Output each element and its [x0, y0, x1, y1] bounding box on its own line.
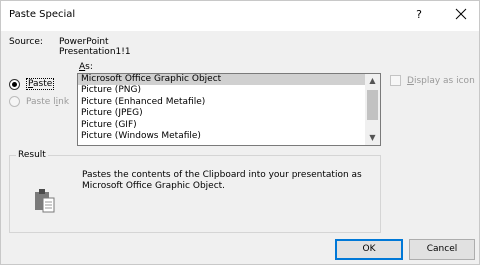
as-label: As: [79, 62, 93, 72]
result-description: Pastes the contents of the Clipboard int… [82, 170, 362, 191]
paste-radio[interactable] [9, 78, 20, 90]
cancel-button[interactable]: Cancel [409, 239, 475, 260]
list-item[interactable]: Picture (PNG) [78, 85, 367, 96]
display-as-icon-option: Display as icon [390, 75, 475, 86]
paste-link-prefix: Paste l [26, 96, 56, 107]
source-label: Source: [9, 37, 43, 47]
result-legend: Result [16, 150, 48, 160]
paste-link-radio [9, 96, 20, 107]
clipboard-icon [34, 188, 56, 214]
paste-label-rest: aste [33, 79, 53, 89]
display-as-icon-rest: isplay as icon [413, 75, 475, 86]
source-app: PowerPoint [59, 37, 109, 47]
as-label-rest: s: [85, 62, 93, 72]
list-item[interactable]: Picture (GIF) [78, 120, 367, 131]
source-document: Presentation1!1 [59, 47, 131, 57]
ok-button[interactable]: OK [335, 239, 403, 260]
list-item[interactable]: Picture (Enhanced Metafile) [78, 97, 367, 108]
list-item[interactable]: Picture (JPEG) [78, 108, 367, 119]
paste-special-dialog: Paste Special ? Source: PowerPoint Prese… [0, 0, 480, 265]
listbox-scrollbar[interactable]: ▲ ▼ [365, 74, 380, 145]
paste-link-radio-row: Paste link [9, 96, 69, 107]
list-item[interactable]: Microsoft Office Graphic Object [78, 74, 367, 86]
result-group: Result Pastes the contents of the Clipbo… [9, 150, 381, 233]
close-button[interactable] [451, 4, 471, 24]
paste-radio-label[interactable]: Paste [26, 78, 55, 90]
close-icon [455, 8, 467, 20]
paste-link-rest: nk [58, 96, 70, 107]
scroll-up-icon[interactable]: ▲ [365, 74, 380, 88]
scroll-thumb[interactable] [367, 90, 378, 120]
paste-link-radio-label: Paste link [26, 97, 69, 107]
list-item[interactable]: Picture (Windows Metafile) [78, 131, 367, 142]
scroll-down-icon[interactable]: ▼ [365, 131, 380, 145]
format-list-items: Microsoft Office Graphic Object Picture … [78, 74, 367, 142]
title-bar: Paste Special ? [1, 1, 479, 31]
format-listbox[interactable]: Microsoft Office Graphic Object Picture … [77, 73, 381, 146]
paste-radio-row[interactable]: Paste [9, 78, 55, 90]
display-as-icon-label: Display as icon [407, 76, 475, 86]
display-as-icon-mnemonic: D [407, 75, 414, 86]
dialog-title: Paste Special [9, 9, 76, 20]
help-button[interactable]: ? [411, 8, 427, 21]
display-as-icon-checkbox [390, 75, 401, 86]
